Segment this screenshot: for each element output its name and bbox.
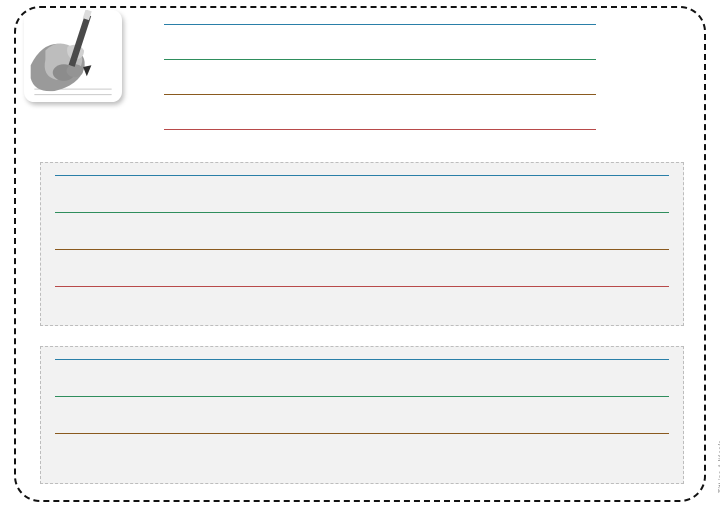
rule-line <box>55 175 669 176</box>
rule-line <box>164 59 596 60</box>
rule-line <box>55 249 669 250</box>
rule-line <box>55 286 669 287</box>
worksheet-frame <box>14 6 706 502</box>
rule-line <box>164 94 596 95</box>
practice-box-1 <box>40 162 684 326</box>
model-ruling <box>164 24 596 132</box>
hand-writing-icon <box>24 10 122 102</box>
rule-line <box>55 396 669 397</box>
rule-line <box>164 129 596 130</box>
rule-line <box>55 359 669 360</box>
rule-line <box>55 433 669 434</box>
rule-line <box>55 212 669 213</box>
rule-line <box>164 24 596 25</box>
practice-box-2 <box>40 346 684 484</box>
